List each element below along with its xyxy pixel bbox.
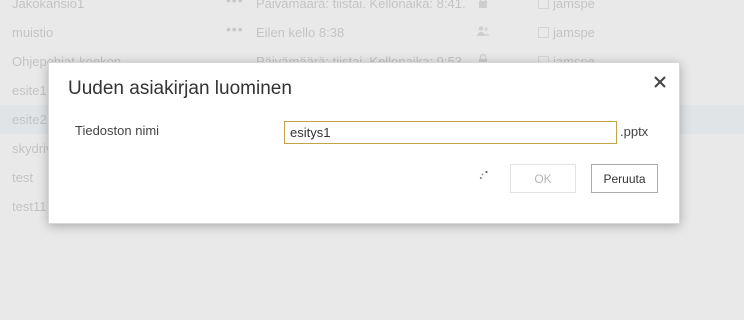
- file-extension: .pptx: [620, 124, 649, 139]
- dialog-title: Uuden asiakirjan luominen: [68, 78, 292, 99]
- filename-input[interactable]: [284, 121, 617, 144]
- ok-button[interactable]: OK: [510, 164, 576, 193]
- close-button[interactable]: [652, 74, 668, 90]
- cancel-button[interactable]: Peruuta: [591, 164, 658, 193]
- spinner-icon: [479, 170, 488, 179]
- new-document-dialog: Uuden asiakirjan luominen Tiedoston nimi…: [48, 62, 680, 224]
- close-icon: [654, 76, 666, 88]
- filename-label: Tiedoston nimi: [75, 123, 160, 138]
